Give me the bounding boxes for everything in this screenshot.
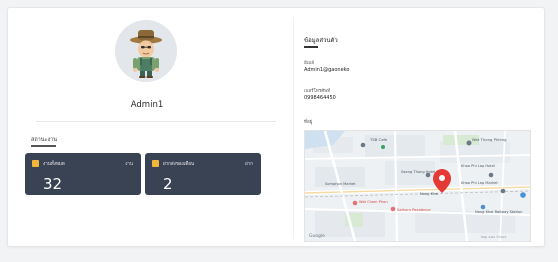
map-place-label: Wat Thong Phleng	[472, 137, 507, 142]
user-name: Admin1	[130, 100, 164, 110]
map-place-label: Nong Khai	[420, 192, 438, 196]
vertical-divider	[293, 18, 294, 238]
avatar	[115, 20, 177, 82]
stat-value: 32	[43, 175, 63, 193]
personal-info-title: ข้อมูลส่วนตัว	[304, 37, 338, 44]
map-place-label: TSB Cafe	[369, 137, 388, 142]
map-place-label: Wat Chom Phon	[359, 200, 388, 204]
stat-label: งานทั้งหมด	[43, 162, 65, 167]
map-canvas[interactable]: TSB Cafe Wat Thong Phleng Saeng Thong Ho…	[305, 131, 530, 241]
stat-card-monthly-deposit: ฝากส่งของเดือน ฝาก 2	[145, 153, 261, 195]
map-place-label: Khao Phi Lap Hotel	[461, 164, 495, 168]
location-map[interactable]: TSB Cafe Wat Thong Phleng Saeng Thong Ho…	[304, 130, 531, 242]
phone-label: เบอร์โทรศัพท์	[304, 89, 331, 94]
stat-unit: งาน	[125, 162, 133, 167]
stat-label: ฝากส่งของเดือน	[163, 162, 195, 167]
stat-value: 2	[163, 175, 173, 193]
email-value: Admin1@gaoneko	[304, 67, 350, 73]
map-attribution: Map data ©2021	[481, 235, 507, 239]
stat-card-total-jobs: งานทั้งหมด งาน 32	[25, 153, 141, 195]
folder-icon	[32, 160, 39, 167]
map-place-label: Sathorn Residence	[397, 208, 431, 212]
title-underline	[304, 46, 318, 48]
map-place-label: Nong Khai Railway Station	[475, 210, 522, 214]
address-label: ที่อยู่	[304, 120, 313, 125]
stat-unit: ฝาก	[245, 162, 253, 167]
folder-icon	[152, 160, 159, 167]
map-place-label: Somphon Market	[325, 182, 356, 186]
google-logo: Google	[309, 233, 325, 239]
section-underline	[31, 145, 56, 147]
divider	[36, 121, 276, 122]
email-label: อีเมล์	[304, 61, 314, 66]
map-place-label: Khao Phi Lap Market	[461, 181, 498, 185]
phone-value: 0998464450	[304, 95, 336, 101]
profile-card: Admin1 สถานะงาน งานทั้งหมด งาน 32 ฝากส่ง…	[7, 7, 545, 247]
profile-left-panel: Admin1 สถานะงาน งานทั้งหมด งาน 32 ฝากส่ง…	[8, 8, 286, 246]
map-place-label: Saeng Thong Hotel	[401, 170, 435, 174]
farmer-avatar-icon	[130, 30, 162, 78]
section-title: สถานะงาน	[31, 137, 58, 143]
